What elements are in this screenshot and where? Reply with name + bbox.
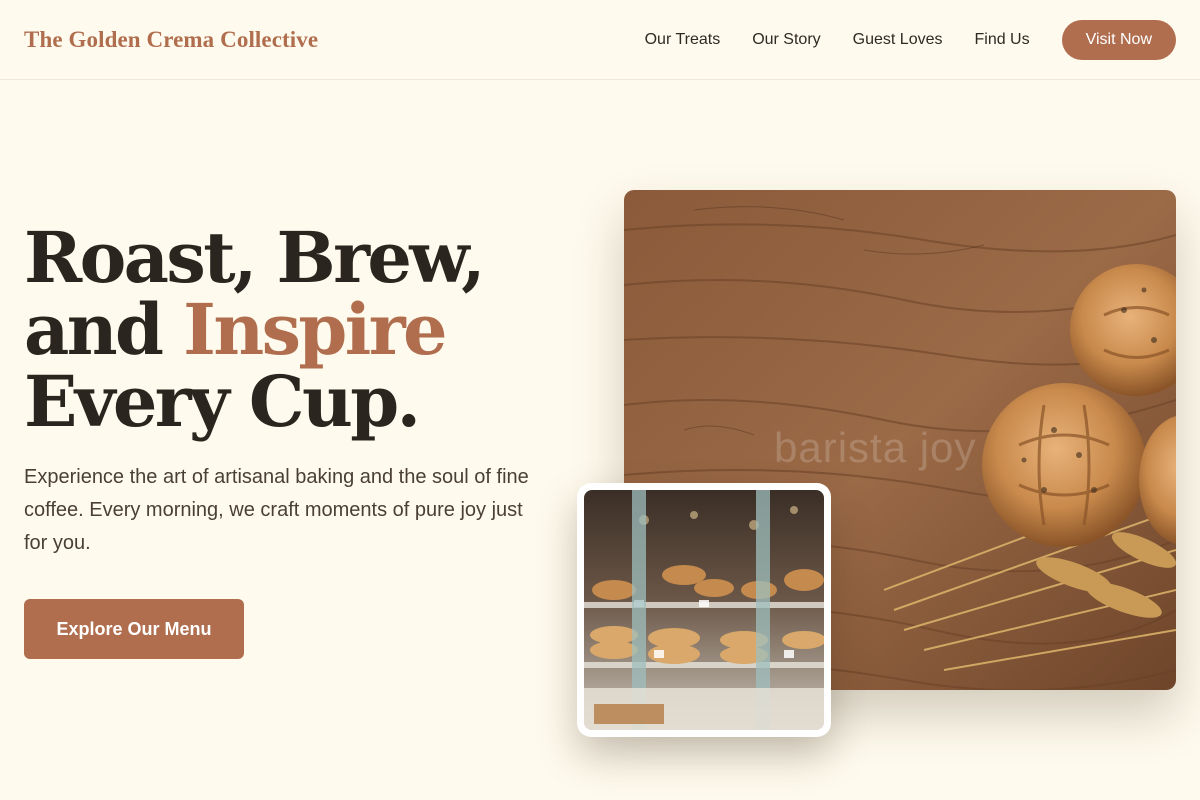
nav-link-guest-loves[interactable]: Guest Loves [853, 31, 943, 49]
visit-now-button[interactable]: Visit Now [1061, 19, 1176, 60]
pastry-display-photo-frame [577, 483, 831, 737]
nav-link-our-story[interactable]: Our Story [752, 31, 820, 49]
nav-link-find-us[interactable]: Find Us [974, 31, 1029, 49]
nav-link-our-treats[interactable]: Our Treats [645, 31, 721, 49]
hero-title: Roast, Brew, and Inspire Every Cup. [24, 222, 486, 438]
hero-title-line-1: Roast, Brew, [24, 216, 486, 299]
explore-menu-button[interactable]: Explore Our Menu [24, 599, 244, 659]
primary-nav: Our Treats Our Story Guest Loves Find Us… [645, 19, 1176, 60]
brand-logo-text[interactable]: The Golden Crema Collective [24, 27, 318, 53]
hero-title-line-2-prefix: and [24, 288, 184, 371]
main-photo-watermark: barista joy [774, 424, 976, 471]
hero-title-accent: Inspire [183, 288, 447, 371]
pastry-display-photo [584, 490, 824, 730]
hero-description: Experience the art of artisanal baking a… [24, 466, 529, 554]
hero-title-line-3: Every Cup. [24, 360, 421, 443]
top-navbar: The Golden Crema Collective Our Treats O… [0, 0, 1200, 80]
